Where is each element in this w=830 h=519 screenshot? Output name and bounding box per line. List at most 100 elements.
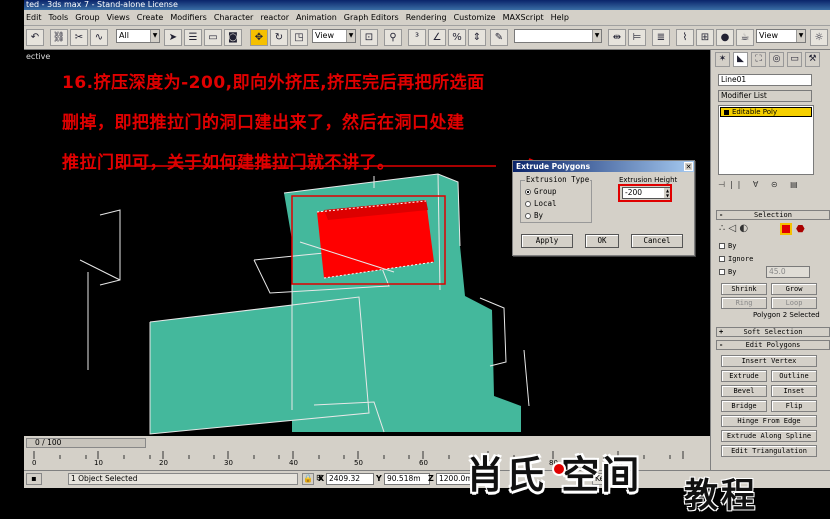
render-type-dropdown[interactable]: View ▼ — [756, 29, 806, 43]
stack-controls-icon[interactable]: ⊣|| ∀ ⊝ ▤ — [718, 180, 828, 192]
rect-selection-icon[interactable]: ▭ — [204, 29, 222, 46]
bind-spacewarp-icon[interactable]: ∿ — [90, 29, 108, 46]
rotate-icon[interactable]: ↻ — [270, 29, 288, 46]
grow-button[interactable]: Grow — [771, 283, 817, 295]
cancel-button[interactable]: Cancel — [631, 234, 683, 248]
edit-polygons-rollout-header[interactable]: - Edit Polygons — [716, 340, 830, 350]
radio-group[interactable]: Group — [525, 187, 557, 196]
extrude-polygons-dialog: Extrude Polygons ✕ Extrusion Type Group … — [512, 160, 695, 256]
undo-icon[interactable]: ↶ — [26, 29, 44, 46]
angle-snap-icon[interactable]: ∠ — [428, 29, 446, 46]
quick-render-icon[interactable]: ☼ — [810, 29, 828, 46]
pivot-icon[interactable]: ⊡ — [360, 29, 378, 46]
y-coord-label: Y — [376, 474, 382, 483]
polygon-subobject-icon[interactable] — [780, 223, 792, 235]
ref-coord-dropdown[interactable]: View ▼ — [312, 29, 356, 43]
radio-by-polygon[interactable]: By — [525, 211, 543, 220]
select-manipulate-icon[interactable]: ⚲ — [384, 29, 402, 46]
modify-tab-icon[interactable]: ◣ — [733, 52, 748, 67]
soft-selection-rollout-header[interactable]: + Soft Selection — [716, 327, 830, 337]
subobject-icons[interactable]: ∴ ◁ ◐ — [719, 223, 748, 234]
bridge-button[interactable]: Bridge — [721, 400, 767, 412]
y-coord-field[interactable]: 90.518m — [384, 473, 430, 485]
checkbox-icon — [719, 256, 725, 262]
watermark-red-dot — [552, 462, 566, 476]
spinner-snap-icon[interactable]: ⇕ — [468, 29, 486, 46]
x-coord-field[interactable]: 2409.32 — [326, 473, 374, 485]
loop-button[interactable]: Loop — [771, 297, 817, 309]
menu-graph-editors[interactable]: Graph Editors — [344, 13, 399, 22]
insert-vertex-button[interactable]: Insert Vertex — [721, 355, 817, 367]
x-coord-label: X — [318, 474, 325, 483]
select-by-name-icon[interactable]: ☰ — [184, 29, 202, 46]
percent-snap-icon[interactable]: % — [448, 29, 466, 46]
flip-button[interactable]: Flip — [771, 400, 817, 412]
unlink-icon[interactable]: ✂ — [70, 29, 88, 46]
inset-button[interactable]: Inset — [771, 385, 817, 397]
material-editor-icon[interactable]: ● — [716, 29, 734, 46]
lock-icon[interactable]: 🔒 — [302, 473, 314, 485]
extrude-along-spline-button[interactable]: Extrude Along Spline — [721, 430, 817, 442]
angle-field[interactable]: 45.0 — [766, 266, 810, 278]
menu-rendering[interactable]: Rendering — [406, 13, 447, 22]
object-name-field[interactable]: Line01 — [718, 74, 812, 86]
menu-bar: Edit Tools Group Views Create Modifiers … — [24, 10, 830, 26]
stack-item-editable-poly[interactable]: Editable Poly — [720, 107, 812, 117]
annotation-line-2: 删掉，即把推拉门的洞口建出来了，然后在洞口处建 — [62, 113, 465, 133]
menu-tools[interactable]: Tools — [49, 13, 69, 22]
shrink-button[interactable]: Shrink — [721, 283, 767, 295]
selection-rollout-header[interactable]: - Selection — [716, 210, 830, 220]
apply-button[interactable]: Apply — [521, 234, 573, 248]
ignore-label: Ignore — [728, 255, 754, 263]
menu-maxscript[interactable]: MAXScript — [503, 13, 544, 22]
menu-views[interactable]: Views — [107, 13, 130, 22]
edit-named-sel-icon[interactable]: ✎ — [490, 29, 508, 46]
radio-icon — [525, 212, 531, 219]
radio-local[interactable]: Local — [525, 199, 557, 208]
menu-character[interactable]: Character — [214, 13, 254, 22]
menu-customize[interactable]: Customize — [454, 13, 496, 22]
named-selection-dropdown[interactable]: ▼ — [514, 29, 602, 43]
create-tab-icon[interactable]: ✶ — [715, 52, 730, 67]
select-link-icon[interactable]: ⛓ — [50, 29, 68, 46]
menu-reactor[interactable]: reactor — [260, 13, 289, 22]
menu-help[interactable]: Help — [551, 13, 569, 22]
window-crossing-icon[interactable]: ◙ — [224, 29, 242, 46]
align-icon[interactable]: ⊨ — [628, 29, 646, 46]
menu-modifiers[interactable]: Modifiers — [170, 13, 207, 22]
mirror-icon[interactable]: ⇹ — [608, 29, 626, 46]
select-object-icon[interactable]: ➤ — [164, 29, 182, 46]
selection-filter-dropdown[interactable]: All ▼ — [116, 29, 160, 43]
move-icon[interactable]: ✥ — [250, 29, 268, 46]
menu-animation[interactable]: Animation — [296, 13, 337, 22]
menu-edit[interactable]: Edit — [26, 13, 42, 22]
render-scene-icon[interactable]: ☕ — [736, 29, 754, 46]
schematic-view-icon[interactable]: ⊞ — [696, 29, 714, 46]
script-listener-icon[interactable]: ▪ — [26, 473, 42, 485]
menu-create[interactable]: Create — [137, 13, 164, 22]
menu-group[interactable]: Group — [75, 13, 99, 22]
close-icon[interactable]: ✕ — [684, 162, 693, 171]
command-panel: ✶ ◣ ⛶ ◎ ▭ ⚒ Line01 Modifier List Editabl… — [710, 50, 830, 470]
utilities-tab-icon[interactable]: ⚒ — [805, 52, 820, 67]
layer-manager-icon[interactable]: ≣ — [652, 29, 670, 46]
snap-3d-icon[interactable]: ³ — [408, 29, 426, 46]
by-angle-checkbox[interactable]: By — [719, 268, 736, 276]
display-tab-icon[interactable]: ▭ — [787, 52, 802, 67]
extrude-button[interactable]: Extrude — [721, 370, 767, 382]
time-slider[interactable]: 0 / 100 — [26, 438, 146, 448]
outline-button[interactable]: Outline — [771, 370, 817, 382]
scale-icon[interactable]: ◳ — [290, 29, 308, 46]
hierarchy-tab-icon[interactable]: ⛶ — [751, 52, 766, 67]
bevel-button[interactable]: Bevel — [721, 385, 767, 397]
hinge-from-edge-button[interactable]: Hinge From Edge — [721, 415, 817, 427]
modifier-list-dropdown[interactable]: Modifier List — [718, 90, 812, 102]
ok-button[interactable]: OK — [585, 234, 619, 248]
curve-editor-icon[interactable]: ⌇ — [676, 29, 694, 46]
main-toolbar: ↶ ⛓ ✂ ∿ All ▼ ➤ ☰ ▭ ◙ ✥ ↻ ◳ View ▼ ⊡ ⚲ ³… — [24, 26, 830, 50]
ring-button[interactable]: Ring — [721, 297, 767, 309]
by-vertex-checkbox[interactable]: By — [719, 242, 736, 250]
ignore-backfacing-checkbox[interactable]: Ignore — [719, 255, 753, 263]
motion-tab-icon[interactable]: ◎ — [769, 52, 784, 67]
element-subobject-icon[interactable]: ⬣ — [796, 224, 805, 235]
